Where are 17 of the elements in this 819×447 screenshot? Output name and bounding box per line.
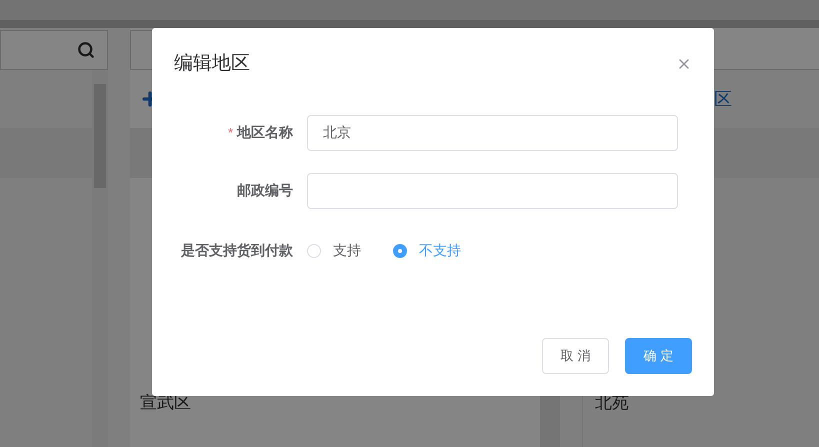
- input-field[interactable]: 北京: [307, 114, 678, 150]
- input-field[interactable]: [307, 172, 678, 208]
- cancel-button[interactable]: 取 消: [542, 338, 609, 374]
- radio-option[interactable]: 支持: [307, 240, 361, 261]
- field-label: 是否支持货到付款: [181, 241, 293, 260]
- radio-checked-icon: [393, 244, 407, 258]
- search-icon[interactable]: [77, 41, 95, 59]
- field-label: 地区名称: [237, 123, 293, 142]
- field-label: 邮政编号: [237, 181, 293, 200]
- radio-icon: [307, 244, 321, 258]
- search-field[interactable]: [0, 30, 108, 70]
- dialog-title: 编辑地区: [174, 52, 250, 76]
- confirm-button[interactable]: 确 定: [625, 338, 692, 374]
- radio-option[interactable]: 不支持: [393, 240, 461, 261]
- add-link[interactable]: 区: [714, 86, 732, 112]
- required-mark: *: [228, 124, 233, 142]
- scrollbar[interactable]: [92, 70, 108, 447]
